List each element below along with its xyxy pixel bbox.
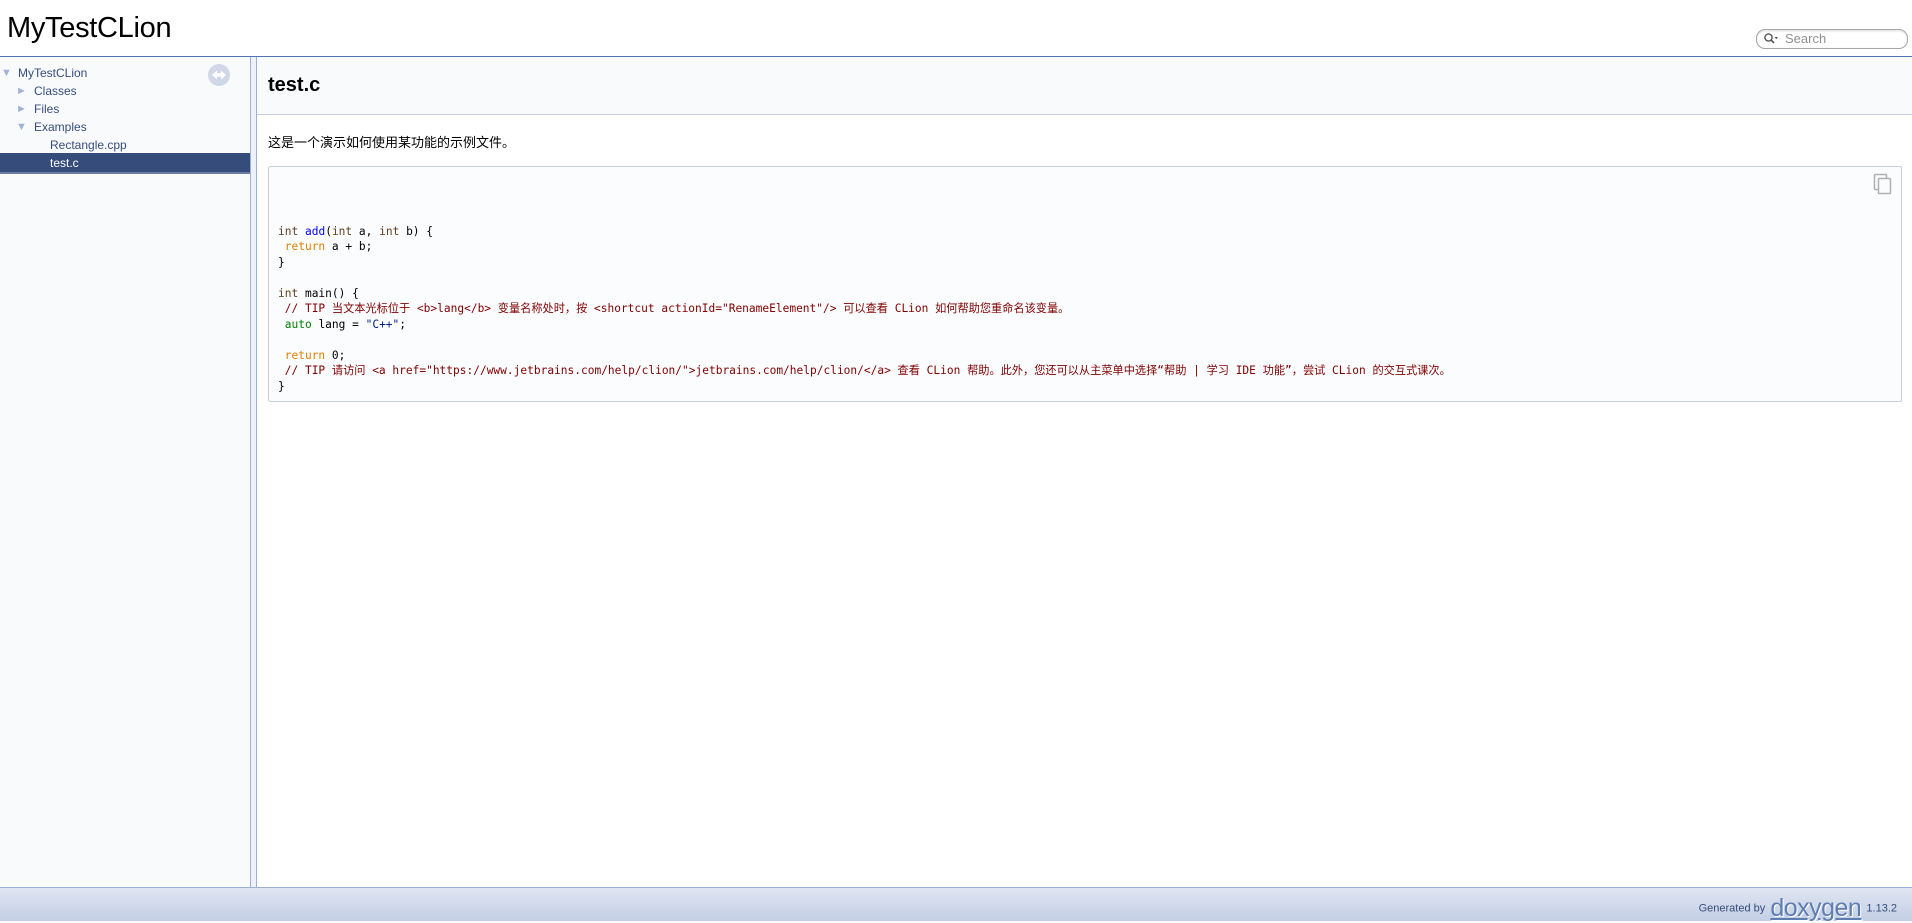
project-name: MyTestCLion — [7, 12, 172, 44]
nav-item-label[interactable]: Rectangle.cpp — [50, 135, 127, 155]
code-line: // TIP 当文本光标位于 <b>lang</b> 变量名称处时，按 <sho… — [284, 302, 1070, 315]
nav-item-rectangle-cpp[interactable]: Rectangle.cpp — [0, 135, 250, 155]
nav-item-label[interactable]: Files — [34, 99, 59, 119]
page-title: test.c — [268, 74, 321, 96]
chevron-down-icon[interactable]: ▼ — [1, 63, 12, 83]
code-line: } — [278, 379, 285, 393]
code-line: return 0; — [284, 348, 346, 362]
footer-generated: Generated by doxygen 1.13.2 — [1698, 894, 1897, 922]
doxygen-version: 1.13.2 — [1866, 902, 1897, 915]
title-area: MyTestCLion — [0, 0, 1912, 57]
split-bar[interactable] — [250, 57, 257, 887]
search-icon[interactable] — [1763, 32, 1779, 46]
code-line: // TIP 请访问 <a href="https://www.jetbrain… — [284, 364, 1451, 377]
code-fragment: int add(int a, int b) { return a + b;} in… — [268, 166, 1902, 402]
nav-item-label[interactable]: Examples — [34, 117, 87, 137]
intro-text: 这是一个演示如何使用某功能的示例文件。 — [268, 135, 516, 150]
sync-arrows-icon — [212, 70, 226, 80]
content-header: test.c — [257, 57, 1912, 115]
code-line: } — [278, 255, 285, 269]
nav-item-files[interactable]: ► Files — [0, 99, 250, 119]
nav-item-test-c[interactable]: test.c — [0, 153, 250, 174]
copy-icon[interactable] — [1873, 173, 1893, 195]
chevron-right-icon[interactable]: ► — [16, 99, 27, 119]
chevron-down-icon[interactable]: ▼ — [16, 117, 27, 137]
nav-item-label[interactable]: MyTestCLion — [18, 63, 87, 83]
generated-by-label: Generated by — [1698, 902, 1766, 915]
sync-toggle-button[interactable] — [208, 64, 230, 86]
chevron-right-icon[interactable]: ► — [16, 81, 27, 101]
code-line: int main() { — [278, 286, 359, 300]
nav-item-examples[interactable]: ▼ Examples — [0, 117, 250, 137]
nav-item-label[interactable]: Classes — [34, 81, 77, 101]
nav-item-label[interactable]: test.c — [50, 153, 79, 173]
search-box[interactable] — [1756, 29, 1908, 49]
code-line: return a + b; — [284, 240, 373, 253]
doxygen-logo-link[interactable]: doxygen — [1770, 894, 1862, 923]
code-line: auto lang = "C++"; — [284, 317, 407, 331]
side-nav: ▼ MyTestCLion ► Classes ► Files ▼ Exampl… — [0, 57, 250, 887]
footer-bar: Generated by doxygen 1.13.2 — [0, 887, 1912, 922]
code-line: int add(int a, int b) { — [278, 224, 434, 238]
doc-content: test.c 这是一个演示如何使用某功能的示例文件。 int add(int a… — [257, 57, 1912, 887]
search-input[interactable] — [1785, 31, 1903, 46]
